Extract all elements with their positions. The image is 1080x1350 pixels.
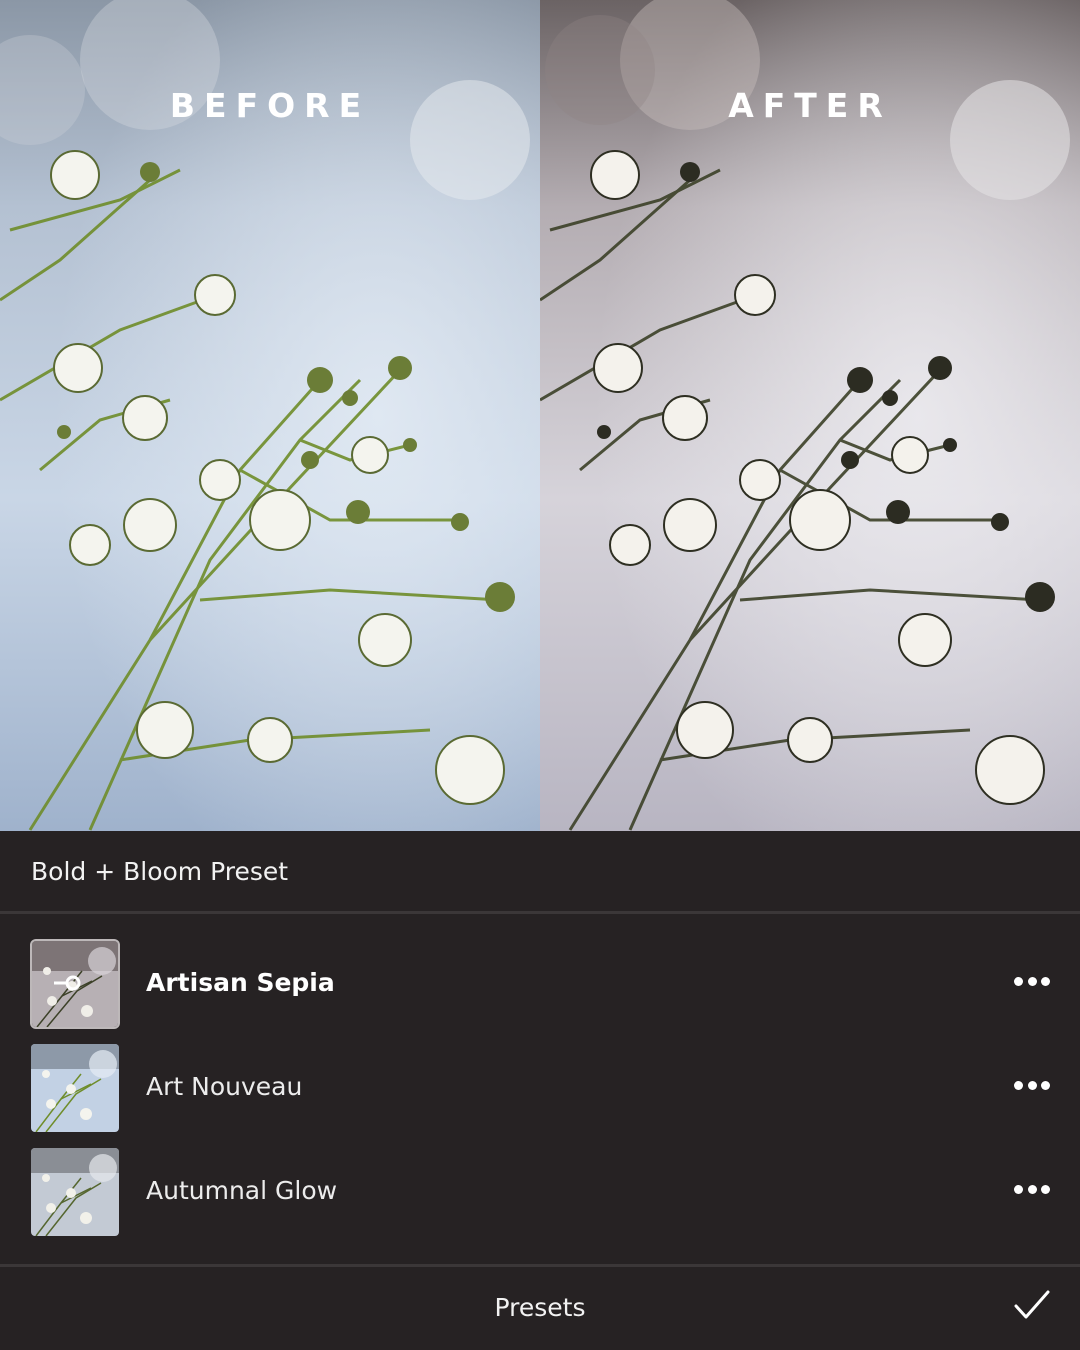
after-photo: AFTER (540, 0, 1080, 831)
preset-item-artisan-sepia[interactable]: Artisan Sepia (0, 940, 1080, 1030)
preset-pack-title: Bold + Bloom Preset (31, 857, 289, 886)
preset-thumbnail (31, 1044, 119, 1132)
before-photo: BEFORE (0, 0, 540, 831)
preset-name: Autumnal Glow (146, 1176, 338, 1205)
preset-name: Artisan Sepia (146, 968, 335, 997)
divider (0, 1264, 1080, 1267)
slider-icon (54, 975, 81, 991)
preset-thumbnail (32, 941, 118, 1027)
preset-thumbnail (31, 1148, 119, 1236)
presets-tab-label[interactable]: Presets (0, 1293, 1080, 1322)
more-horizontal-icon[interactable] (1014, 974, 1050, 988)
preset-panel: Bold + Bloom Preset Artisan Sepia Art No… (0, 831, 1080, 1350)
after-label: AFTER (728, 86, 892, 125)
more-horizontal-icon[interactable] (1014, 1078, 1050, 1092)
checkmark-icon[interactable] (1014, 1289, 1050, 1321)
preset-item-art-nouveau[interactable]: Art Nouveau (0, 1044, 1080, 1134)
preset-name: Art Nouveau (146, 1072, 303, 1101)
preset-item-autumnal-glow[interactable]: Autumnal Glow (0, 1148, 1080, 1238)
divider (0, 911, 1080, 914)
more-horizontal-icon[interactable] (1014, 1182, 1050, 1196)
before-after-comparison: BEFORE AFTER (0, 0, 1080, 831)
before-label: BEFORE (169, 86, 371, 125)
